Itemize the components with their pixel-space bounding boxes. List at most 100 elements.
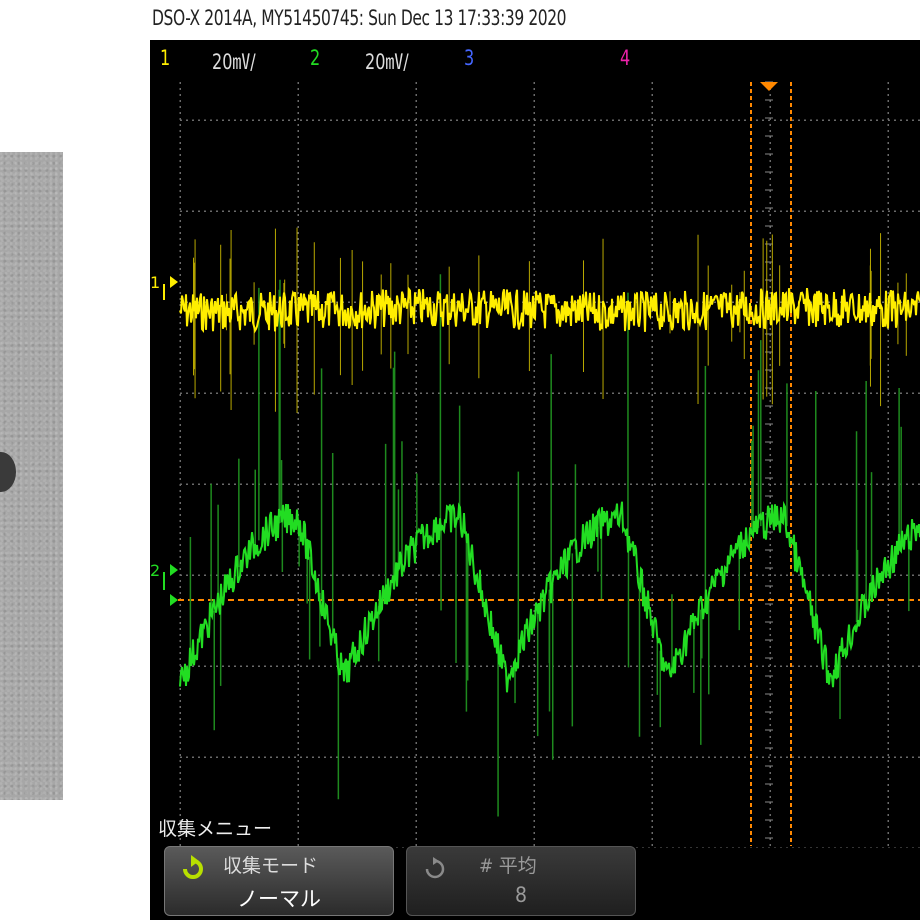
grid-dot (912, 756, 914, 758)
grid-dot (876, 119, 878, 121)
grid-dot (780, 483, 782, 485)
grid-dot (297, 808, 299, 810)
grid-dot (769, 148, 771, 150)
grid-dot (415, 100, 417, 102)
grid-dot (533, 514, 535, 516)
grid-dot (468, 756, 470, 758)
grid-dot (360, 119, 362, 121)
grid-dot (769, 130, 771, 132)
grid-dot (714, 483, 716, 485)
grid-dot (618, 119, 620, 121)
grid-dot (396, 119, 398, 121)
grid-dot (222, 665, 224, 667)
grid-dot (606, 119, 608, 121)
acquire-mode-softkey[interactable]: 収集モード ノーマル (164, 846, 394, 916)
grid-dot (624, 210, 626, 212)
grid-dot (438, 210, 440, 212)
grid-dot (204, 665, 206, 667)
grid-dot (533, 448, 535, 450)
grid-dot (546, 210, 548, 212)
grid-dot (192, 119, 194, 121)
grid-dot (522, 119, 524, 121)
grid-dot (651, 838, 653, 840)
grid-dot (792, 665, 794, 667)
grid-dot (354, 574, 356, 576)
grid-dot (660, 574, 662, 576)
grid-dot (792, 847, 794, 848)
grid-dot (858, 392, 860, 394)
grid-dot (297, 748, 299, 750)
grid-dot (552, 119, 554, 121)
grid-dot (444, 210, 446, 212)
grid-dot (612, 665, 614, 667)
grid-dot (297, 106, 299, 108)
acquire-mode-label: 収集モード (223, 855, 319, 877)
grid-dot (651, 706, 653, 708)
grid-dot (282, 574, 284, 576)
grid-dot (533, 136, 535, 138)
grid-dot (651, 202, 653, 204)
averages-softkey[interactable]: # 平均 8 (406, 846, 636, 916)
grid-dot (486, 210, 488, 212)
grid-dot (246, 483, 248, 485)
grid-dot (876, 847, 878, 848)
grid-dot (678, 847, 680, 848)
grid-dot (780, 119, 782, 121)
channel-1-label[interactable]: 1 (160, 46, 170, 70)
grid-dot (624, 119, 626, 121)
grid-dot (504, 392, 506, 394)
grid-dot (415, 628, 417, 630)
grid-dot (222, 756, 224, 758)
grid-dot (769, 220, 771, 222)
channel-2-scale: 20㎷/ (365, 50, 409, 74)
grid-dot (415, 754, 417, 756)
grid-dot (780, 665, 782, 667)
grid-dot (651, 694, 653, 696)
grid-dot (240, 665, 242, 667)
grid-dot (846, 847, 848, 848)
channel-3-label[interactable]: 3 (464, 46, 474, 70)
grid-dot (360, 756, 362, 758)
grid-dot (769, 106, 771, 108)
grid-dot (651, 130, 653, 132)
grid-dot (600, 301, 602, 303)
grid-dot (533, 556, 535, 558)
grid-dot (887, 124, 889, 126)
grid-dot (486, 119, 488, 121)
grid-dot (297, 406, 299, 408)
grid-dot (769, 706, 771, 708)
grid-dot (888, 756, 890, 758)
grid-dot (570, 119, 572, 121)
grid-dot (774, 392, 776, 394)
grid-dot (769, 232, 771, 234)
grid-dot (651, 550, 653, 552)
grid-dot (651, 226, 653, 228)
channel-2-label[interactable]: 2 (310, 46, 320, 70)
grid-dot (588, 574, 590, 576)
grid-dot (887, 100, 889, 102)
acquire-menu-title: 収集メニュー (158, 818, 273, 840)
grid-dot (420, 119, 422, 121)
grid-dot (179, 586, 181, 588)
grid-dot (732, 119, 734, 121)
grid-dot (414, 210, 416, 212)
grid-dot (246, 665, 248, 667)
grid-dot (894, 119, 896, 121)
grid-dot (297, 574, 299, 576)
grid-dot (887, 214, 889, 216)
channel-4-label[interactable]: 4 (620, 46, 630, 70)
grid-dot (415, 106, 417, 108)
grid-dot (858, 665, 860, 667)
grid-dot (887, 628, 889, 630)
grid-dot (769, 652, 771, 654)
grid-dot (887, 358, 889, 360)
grid-dot (297, 412, 299, 414)
grid-dot (372, 665, 374, 667)
grid-dot (887, 412, 889, 414)
grid-dot (415, 772, 417, 774)
acquire-mode-value: ノーマル (237, 887, 321, 911)
grid-dot (179, 418, 181, 420)
grid-dot (887, 640, 889, 642)
grid-dot (546, 665, 548, 667)
grid-dot (576, 665, 578, 667)
